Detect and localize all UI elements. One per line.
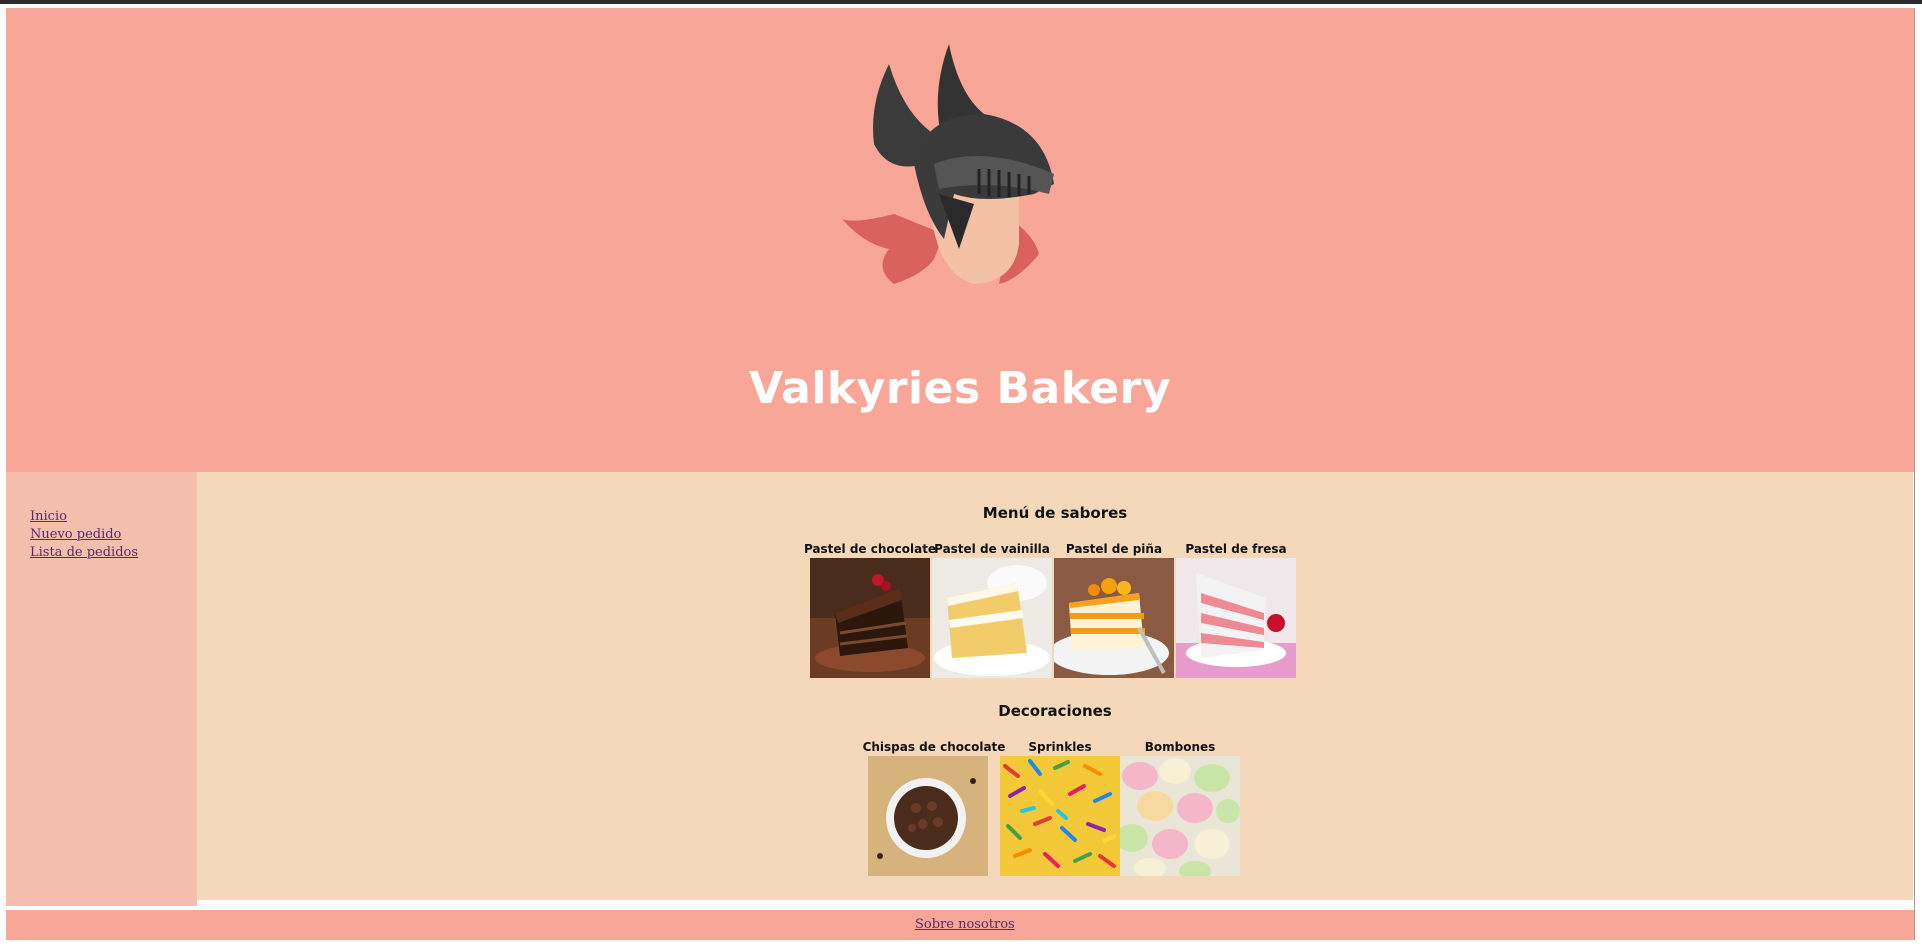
window-top-border: [0, 0, 1922, 4]
flavors-grid: Pastel de chocolate Pastel de vainilla P…: [804, 540, 1296, 678]
nav-link-lista-de-pedidos[interactable]: Lista de pedidos: [30, 545, 138, 560]
decoration-item: Sprinkles: [1000, 738, 1120, 876]
flavor-label: Pastel de piña: [1065, 542, 1163, 556]
flavors-title: Menú de sabores: [982, 504, 1128, 522]
flavor-item: Pastel de piña: [1054, 540, 1174, 678]
chocolate-chips-image: [868, 756, 988, 876]
sidebar-nav: Inicio Nuevo pedido Lista de pedidos: [6, 472, 197, 906]
valkyrie-helmet-icon: [842, 44, 1054, 284]
sidebar-item-nuevo-pedido: Nuevo pedido: [30, 526, 138, 544]
sidebar-item-inicio: Inicio: [30, 508, 138, 526]
main-content: Menú de sabores Pastel de chocolate Past…: [197, 472, 1913, 900]
footer-link-sobre-nosotros[interactable]: Sobre nosotros: [915, 917, 1015, 932]
flavor-label: Pastel de fresa: [1185, 542, 1287, 556]
flavor-item: Pastel de vainilla: [932, 540, 1052, 678]
site-footer: Sobre nosotros: [6, 906, 1914, 940]
flavor-label: Pastel de vainilla: [934, 542, 1050, 556]
marshmallows-image: [1120, 756, 1240, 876]
decoration-label: Sprinkles: [1028, 740, 1092, 754]
flavor-label: Pastel de chocolate: [803, 542, 937, 556]
chocolate-cake-image: [810, 558, 930, 678]
site-header: Valkyries Bakery: [6, 8, 1914, 472]
sidebar-item-lista-de-pedidos: Lista de pedidos: [30, 544, 138, 562]
decorations-title: Decoraciones: [998, 702, 1112, 720]
decorations-grid: Chispas de chocolate Sprinkles Bombones: [863, 738, 1240, 876]
sprinkles-image: [1000, 756, 1120, 876]
flavor-item: Pastel de chocolate: [804, 540, 936, 678]
decoration-label: Chispas de chocolate: [862, 740, 1006, 754]
decoration-item: Bombones: [1120, 738, 1240, 876]
site-title: Valkyries Bakery: [748, 363, 1172, 414]
decoration-item: Chispas de chocolate: [863, 738, 1005, 876]
decoration-label: Bombones: [1144, 740, 1216, 754]
strawberry-cake-image: [1176, 558, 1296, 678]
flavor-item: Pastel de fresa: [1176, 540, 1296, 678]
pineapple-cake-image: [1054, 558, 1174, 678]
vanilla-cake-image: [932, 558, 1052, 678]
nav-link-nuevo-pedido[interactable]: Nuevo pedido: [30, 527, 121, 542]
nav-link-inicio[interactable]: Inicio: [30, 509, 67, 524]
